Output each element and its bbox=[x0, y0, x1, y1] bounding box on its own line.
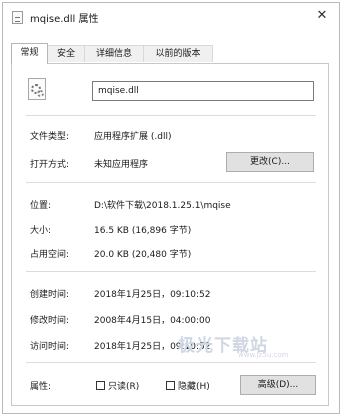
hidden-checkbox[interactable]: 隐藏(H) bbox=[166, 379, 210, 392]
file-name-field[interactable] bbox=[92, 81, 314, 101]
location-value: D:\软件下载\2018.1.25.1\mqise bbox=[94, 201, 231, 211]
advanced-button[interactable]: 高级(D)... bbox=[240, 375, 316, 395]
size-on-disk-value: 20.0 KB (20,480 字节) bbox=[94, 250, 192, 260]
divider bbox=[26, 182, 316, 183]
tab-previous-versions[interactable]: 以前的版本 bbox=[143, 45, 213, 62]
readonly-checkbox[interactable]: 只读(R) bbox=[96, 379, 139, 392]
hidden-label: 隐藏(H) bbox=[178, 382, 210, 392]
location-label: 位置: bbox=[30, 201, 52, 211]
modified-label: 修改时间: bbox=[30, 316, 70, 326]
modified-value: 2008年4月15日，04:00:00 bbox=[94, 316, 211, 326]
checkbox-box[interactable] bbox=[96, 381, 105, 390]
accessed-label: 访问时间: bbox=[30, 342, 70, 352]
divider bbox=[26, 271, 316, 272]
size-on-disk-label: 占用空间: bbox=[30, 250, 70, 260]
watermark-url: www.jz5u.com bbox=[238, 351, 289, 359]
tab-details[interactable]: 详细信息 bbox=[84, 45, 144, 62]
properties-window: mqise.dll 属性 ✕ 常规 安全 详细信息 以前的版本 文件类型: 应用… bbox=[2, 2, 340, 414]
file-type-label: 文件类型: bbox=[30, 132, 70, 142]
file-icon-small bbox=[12, 11, 23, 24]
tab-general[interactable]: 常规 bbox=[11, 43, 48, 64]
checkbox-box[interactable] bbox=[166, 381, 175, 390]
opens-with-value: 未知应用程序 bbox=[94, 160, 149, 170]
opens-with-label: 打开方式: bbox=[30, 160, 70, 170]
dll-file-icon bbox=[28, 78, 46, 100]
tab-security[interactable]: 安全 bbox=[47, 45, 85, 62]
gear-small-icon bbox=[37, 90, 44, 97]
divider bbox=[26, 362, 316, 363]
size-label: 大小: bbox=[30, 226, 52, 236]
divider bbox=[26, 115, 316, 116]
window-title: mqise.dll 属性 bbox=[30, 14, 99, 25]
file-type-value: 应用程序扩展 (.dll) bbox=[94, 132, 172, 142]
change-button[interactable]: 更改(C)... bbox=[226, 152, 314, 172]
size-value: 16.5 KB (16,896 字节) bbox=[94, 226, 192, 236]
created-value: 2018年1月25日，09:10:52 bbox=[94, 290, 211, 300]
close-button[interactable]: ✕ bbox=[311, 7, 333, 25]
created-label: 创建时间: bbox=[30, 290, 70, 300]
readonly-label: 只读(R) bbox=[108, 382, 140, 392]
title-bar: mqise.dll 属性 ✕ bbox=[3, 3, 339, 31]
attributes-label: 属性: bbox=[30, 382, 52, 392]
